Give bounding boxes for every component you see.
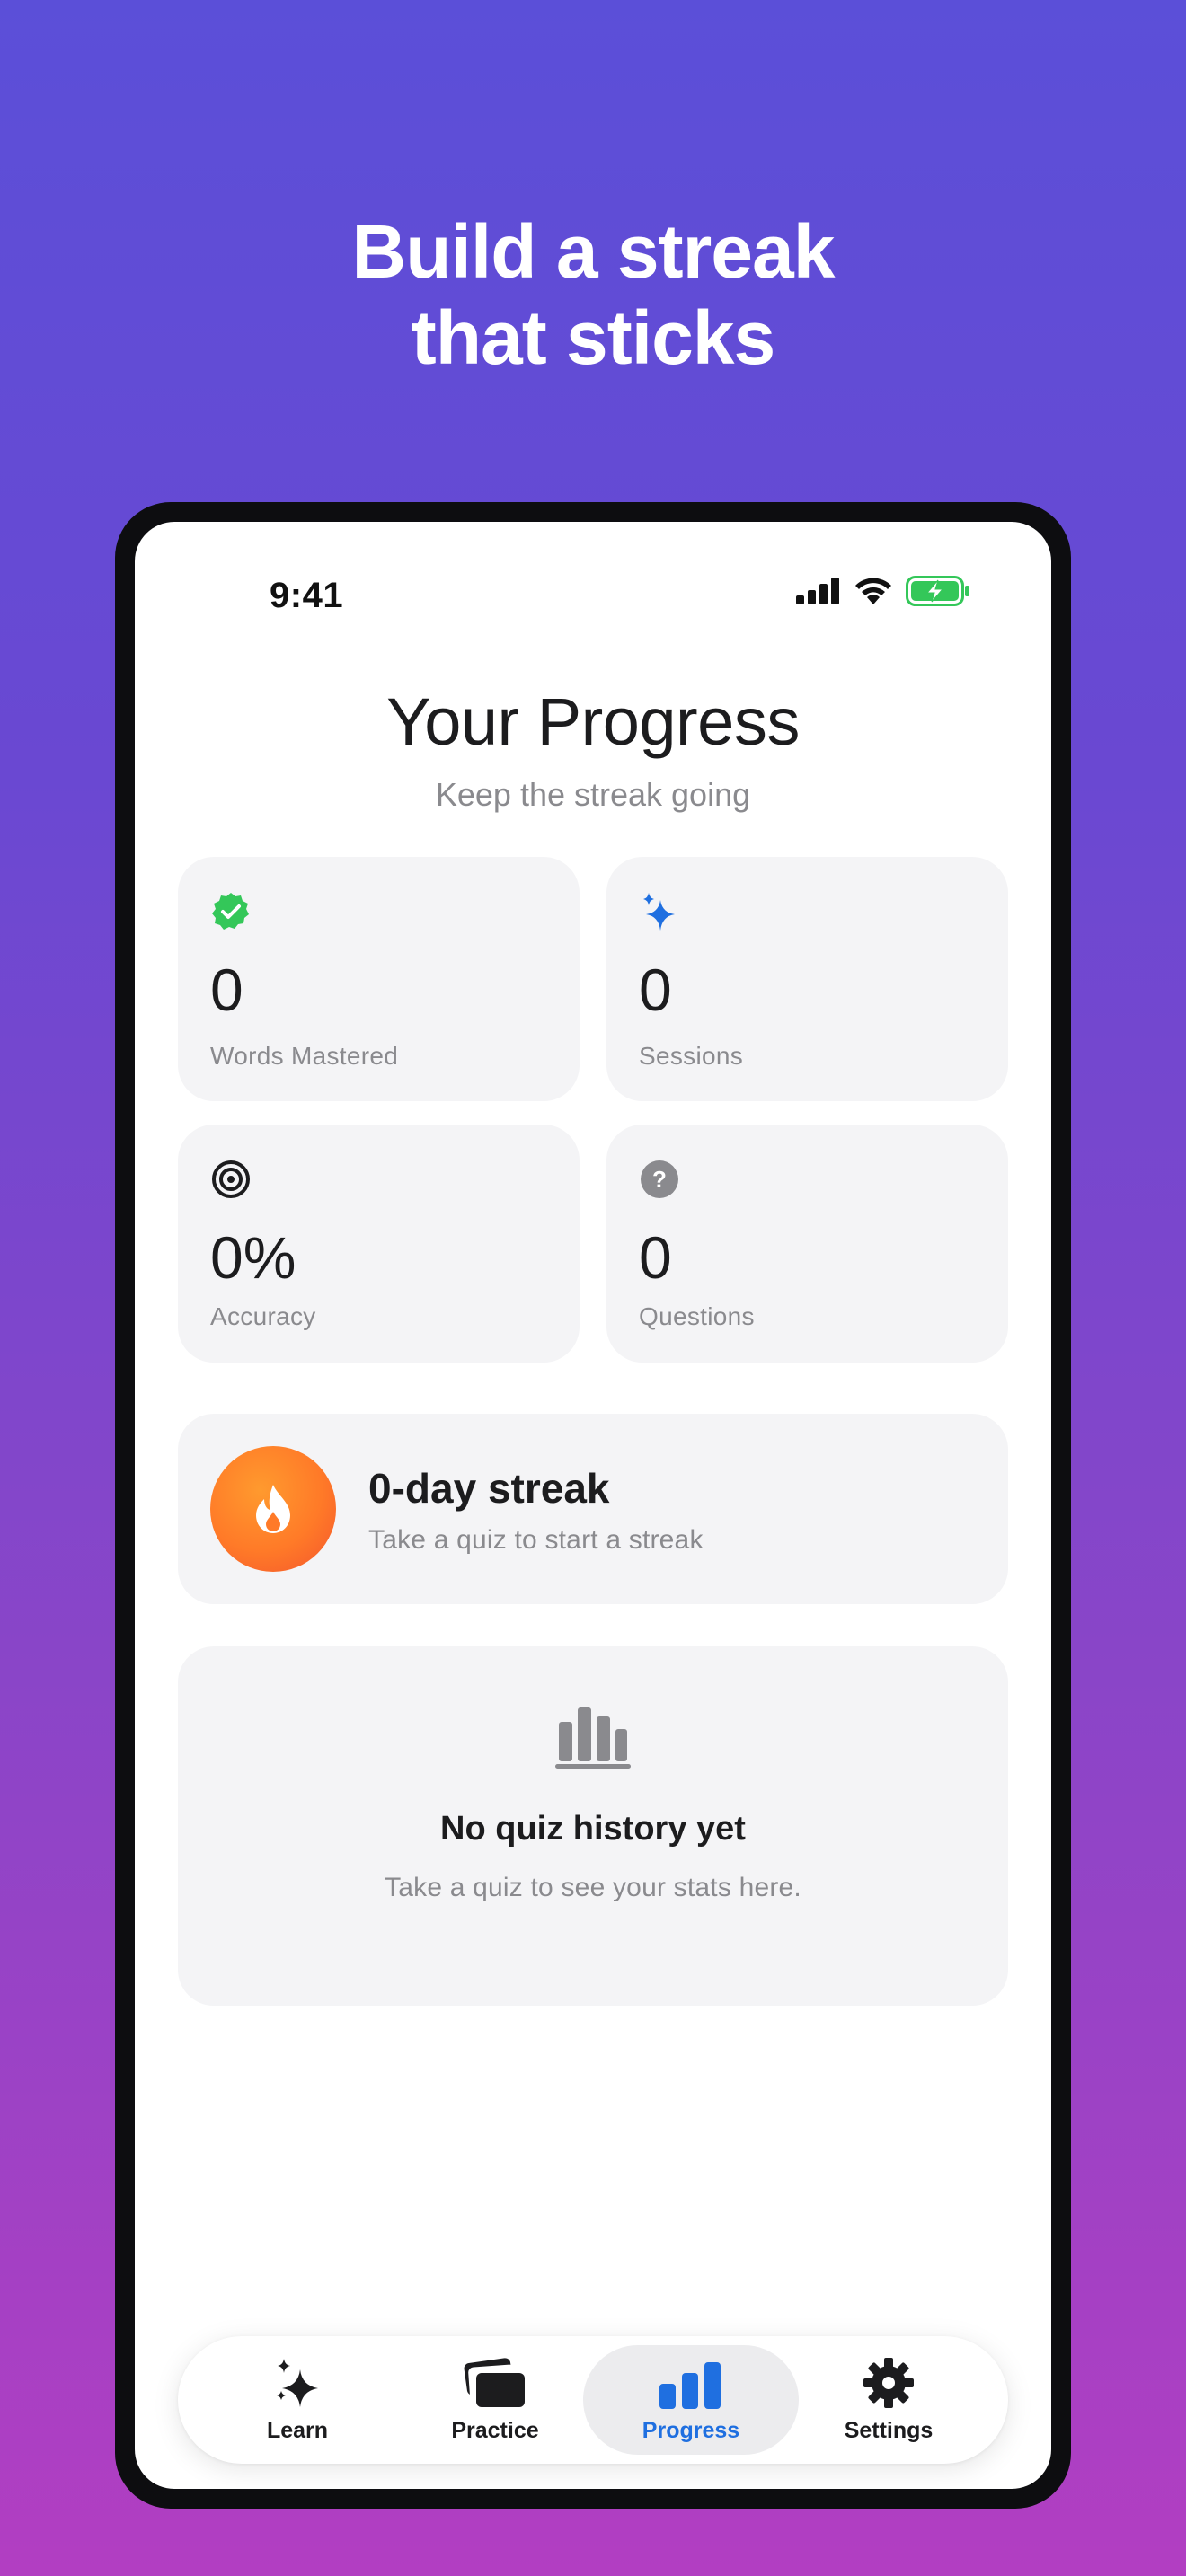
stat-value: 0 [210, 957, 243, 1023]
stat-card-accuracy: 0% Accuracy [178, 1125, 580, 1363]
tab-progress[interactable]: Progress [583, 2345, 799, 2455]
streak-badge [210, 1446, 336, 1572]
streak-subtitle: Take a quiz to start a streak [368, 1525, 704, 1555]
stat-label: Sessions [639, 1042, 744, 1070]
tab-label: Practice [451, 2417, 539, 2443]
target-icon [212, 1160, 250, 1198]
stat-card-sessions: 0 Sessions [606, 857, 1008, 1101]
marketing-headline: Build a streak that sticks [0, 208, 1186, 381]
sparkles-icon [643, 893, 675, 931]
empty-state-title: No quiz history yet [440, 1810, 746, 1848]
bar-chart-icon [555, 1707, 631, 1769]
stat-value: 0 [639, 1224, 672, 1291]
flame-icon [256, 1485, 290, 1533]
tab-label: Learn [266, 2417, 329, 2443]
stat-label: Accuracy [210, 1302, 316, 1330]
stat-card-words-mastered: 0 Words Mastered [178, 857, 580, 1101]
headline-line-1: Build a streak [351, 209, 836, 294]
quiz-history-empty-state: No quiz history yet Take a quiz to see y… [178, 1646, 1008, 2006]
gear-icon [863, 2357, 914, 2408]
empty-state-subtitle: Take a quiz to see your stats here. [385, 1873, 801, 1902]
bar-chart-icon [659, 2361, 721, 2409]
svg-text:?: ? [652, 1166, 667, 1193]
tab-practice[interactable]: Practice [387, 2345, 603, 2455]
cellular-signal-icon [796, 578, 839, 604]
tab-label: Progress [642, 2417, 740, 2443]
tab-label: Settings [844, 2417, 934, 2443]
stat-value: 0% [210, 1224, 296, 1291]
verified-check-icon [212, 893, 249, 930]
headline-line-2: that sticks [411, 296, 776, 380]
streak-card: 0-day streak Take a quiz to start a stre… [178, 1414, 1008, 1604]
page-subtitle: Keep the streak going [435, 776, 751, 813]
page-title: Your Progress [386, 684, 800, 759]
tab-learn[interactable]: Learn [190, 2345, 405, 2455]
stat-card-questions: ? 0 Questions [606, 1125, 1008, 1363]
stat-label: Questions [639, 1302, 755, 1330]
stat-value: 0 [639, 957, 672, 1023]
app-screen: 9:41 Your Progress Keep the streak going [135, 522, 1051, 2489]
phone-frame: 9:41 Your Progress Keep the streak going [115, 502, 1071, 2509]
tab-settings[interactable]: Settings [781, 2345, 996, 2455]
status-icons [796, 576, 970, 606]
streak-title: 0-day streak [368, 1465, 610, 1512]
sparkles-icon [277, 2358, 318, 2407]
cards-icon [464, 2357, 525, 2407]
battery-charging-icon [906, 576, 969, 606]
wifi-icon [855, 578, 891, 604]
question-circle-icon: ? [641, 1160, 678, 1198]
status-time: 9:41 [270, 576, 344, 615]
stat-label: Words Mastered [210, 1042, 399, 1070]
tab-bar: Learn Practice Progress Settings [178, 2336, 1008, 2464]
